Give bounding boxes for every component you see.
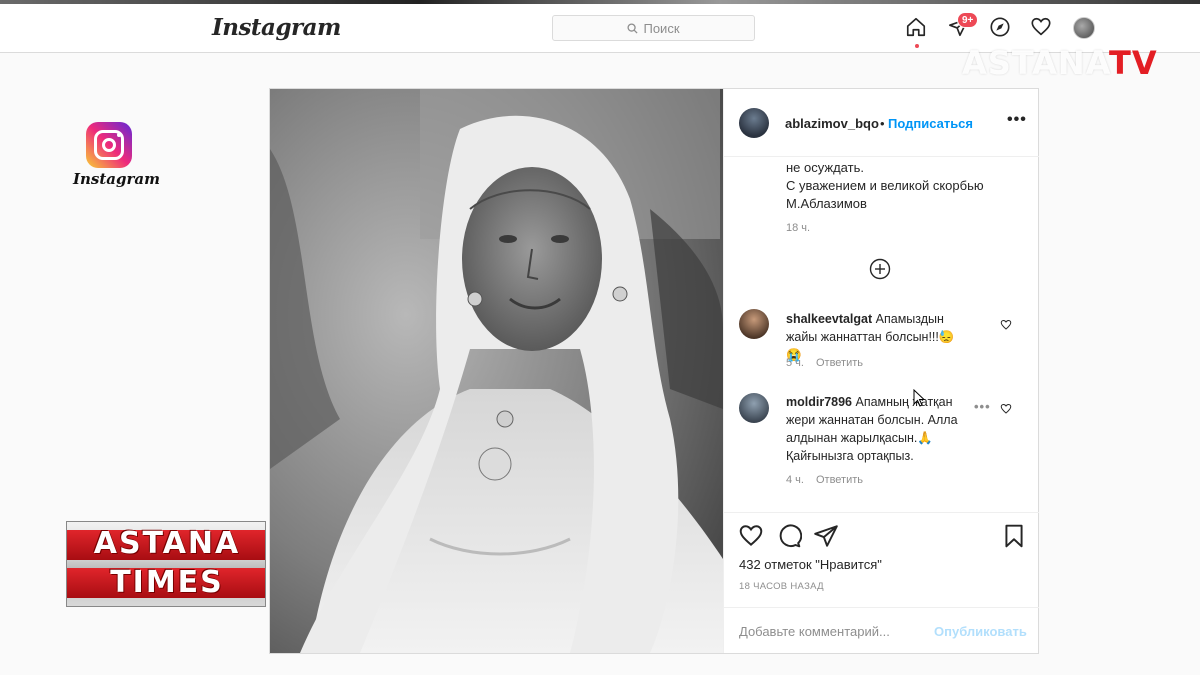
- save-button[interactable]: [1001, 523, 1027, 549]
- instagram-logo[interactable]: Instagram: [212, 14, 341, 41]
- follow-button[interactable]: Подписаться: [888, 116, 973, 131]
- comment-text: shalkeevtalgat Апамыздын жайы жаннаттан …: [786, 310, 964, 364]
- caption-line: М.Аблазимов: [786, 196, 867, 211]
- commenter-avatar[interactable]: [739, 393, 769, 423]
- comment-username[interactable]: moldir7896: [786, 395, 852, 409]
- post-caption: не осуждать. С уважением и великой скорб…: [786, 159, 1026, 213]
- search-placeholder: Поиск: [643, 20, 680, 36]
- add-comment-bar: Добавьте комментарий... Опубликовать: [724, 607, 1039, 655]
- likes-count[interactable]: 432 отметок "Нравится": [739, 557, 882, 572]
- home-icon: [906, 17, 926, 37]
- like-comment-button[interactable]: [1000, 402, 1012, 414]
- portrait-image: [270, 89, 723, 653]
- comment-options-button[interactable]: •••: [974, 399, 991, 414]
- comment-icon: [779, 524, 803, 548]
- astana-tv-watermark: ASTANATV: [962, 44, 1158, 82]
- like-button[interactable]: [738, 523, 764, 549]
- notification-badge: 9+: [957, 12, 979, 28]
- post-card: ablazimov_bqo • Подписаться ••• не осужд…: [269, 88, 1039, 654]
- caption-line: С уважением и великой скорбью: [786, 178, 984, 193]
- author-avatar[interactable]: [739, 108, 769, 138]
- heart-icon: [1031, 17, 1051, 36]
- search-input[interactable]: Поиск: [552, 15, 755, 41]
- caption-time: 18 ч.: [786, 222, 811, 234]
- author-username[interactable]: ablazimov_bqo: [785, 116, 879, 131]
- watermark-astana: ASTANA: [962, 44, 1109, 82]
- post-header: ablazimov_bqo • Подписаться •••: [724, 89, 1039, 157]
- home-button[interactable]: [905, 16, 929, 48]
- profile-avatar[interactable]: [1073, 17, 1095, 39]
- search-icon: [627, 22, 639, 34]
- comment-text: moldir7896 Апамның жатқан жери жаннатан …: [786, 393, 964, 465]
- separator-dot: •: [880, 116, 885, 131]
- load-more-comments-button[interactable]: [869, 258, 891, 280]
- instagram-badge-label: Instagram: [73, 170, 160, 188]
- heart-icon: [1000, 403, 1012, 414]
- astana-times-logo: ASTANA TIMES: [66, 521, 266, 607]
- active-indicator: [915, 44, 919, 48]
- heart-icon: [1000, 319, 1012, 330]
- comment-meta: 5 ч. Ответить: [786, 357, 863, 369]
- post-timestamp: 18 ЧАСОВ НАЗАД: [739, 581, 824, 592]
- heart-icon: [739, 525, 763, 546]
- activity-button[interactable]: [1030, 16, 1054, 40]
- publish-button[interactable]: Опубликовать: [934, 624, 1027, 639]
- watermark-tv: TV: [1108, 44, 1158, 82]
- commenter-avatar[interactable]: [739, 309, 769, 339]
- astana-times-line2: TIMES: [110, 565, 224, 600]
- comment-button[interactable]: [776, 523, 803, 549]
- comment-username[interactable]: shalkeevtalgat: [786, 312, 872, 326]
- bookmark-icon: [1005, 524, 1023, 548]
- comment-input[interactable]: Добавьте комментарий...: [739, 624, 890, 639]
- compass-icon: [990, 17, 1010, 37]
- like-comment-button[interactable]: [1000, 318, 1012, 330]
- post-actions: 432 отметок "Нравится" 18 ЧАСОВ НАЗАД До…: [724, 512, 1039, 654]
- comment-time: 4 ч.: [786, 474, 804, 486]
- post-photo[interactable]: [270, 89, 723, 653]
- reply-button[interactable]: Ответить: [816, 474, 863, 486]
- share-button[interactable]: [813, 523, 839, 549]
- post-side-panel: ablazimov_bqo • Подписаться ••• не осужд…: [723, 89, 1039, 654]
- plus-circle-icon: [869, 258, 891, 280]
- caption-line: не осуждать.: [786, 160, 864, 175]
- astana-times-line1: ASTANA: [93, 526, 241, 561]
- comment-meta: 4 ч. Ответить: [786, 474, 863, 486]
- reply-button[interactable]: Ответить: [816, 357, 863, 369]
- more-options-button[interactable]: •••: [1007, 111, 1027, 129]
- comment-time: 5 ч.: [786, 357, 804, 369]
- instagram-app-icon: [86, 122, 132, 168]
- direct-icon: [814, 525, 838, 547]
- mouse-cursor-icon: [913, 389, 925, 407]
- explore-button[interactable]: [989, 16, 1013, 40]
